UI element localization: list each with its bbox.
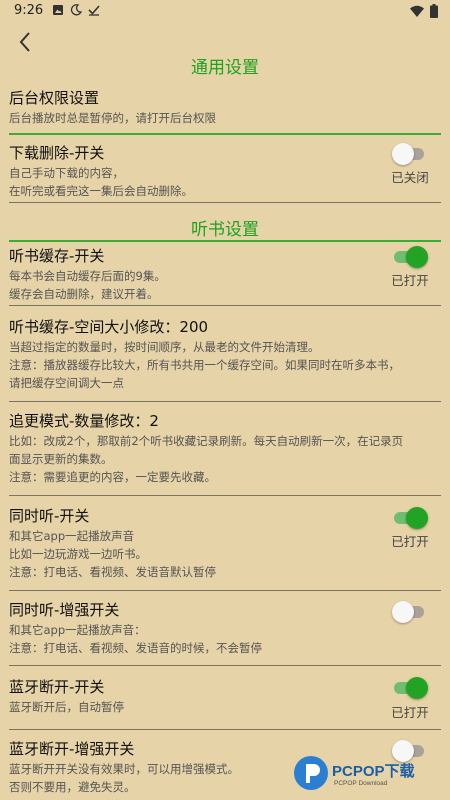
setting-update-mode[interactable]: 追更模式-数量修改：2 比如：改成2个，那取前2个听书收藏记录刷新。每天自动刷新… <box>9 410 441 486</box>
divider <box>9 495 441 496</box>
item-desc-line: 当超过指定的数量时，按时间顺序，从最老的文件开始清理。 <box>9 340 320 354</box>
status-time: 9:26 <box>14 3 44 18</box>
back-button[interactable] <box>14 30 38 54</box>
section-title-general: 通用设置 <box>191 58 259 78</box>
item-desc-line: 比如：改成2个，那取前2个听书收藏记录刷新。每天自动刷新一次，在记录页 <box>9 434 404 448</box>
watermark-text: PCPOP下载 <box>332 763 415 780</box>
cache-toggle[interactable] <box>394 246 428 268</box>
toggle-knob <box>392 143 414 165</box>
cache-state: 已打开 <box>391 273 429 288</box>
divider <box>9 305 441 306</box>
setting-bluetooth[interactable]: 蓝牙断开-开关 蓝牙断开后，自动暂停 <box>9 676 441 716</box>
moon-icon <box>70 4 82 16</box>
setting-cache-size[interactable]: 听书缓存-空间大小修改：200 当超过指定的数量时，按时间顺序，从最老的文件开始… <box>9 316 441 392</box>
bluetooth-state: 已打开 <box>391 705 429 720</box>
bluetooth-toggle[interactable] <box>394 677 428 699</box>
status-bar: 9:26 <box>0 0 450 24</box>
toggle-knob <box>392 601 414 623</box>
divider <box>9 401 441 402</box>
watermark-circle-icon <box>294 756 328 790</box>
check-icon <box>88 5 100 16</box>
item-desc-line: 注意：播放器缓存比较大，所有书共用一个缓存空间。如果同时在听多本书， <box>9 358 400 372</box>
item-desc-line: 注意：需要追更的内容，一定要先收藏。 <box>9 470 216 484</box>
simultaneous-state: 已打开 <box>391 534 429 549</box>
download-delete-toggle[interactable] <box>392 143 428 165</box>
item-desc-line: 每本书会自动缓存后面的9集。 <box>9 269 166 283</box>
divider <box>9 729 441 730</box>
watermark-sub: PCPOP Download <box>334 780 388 787</box>
item-desc-line: 注意：打电话、看视频、发语音默认暂停 <box>9 565 216 579</box>
section-title-listen: 听书设置 <box>191 220 259 240</box>
item-desc-line: 在听完或看完这一集后会自动删除。 <box>9 184 193 198</box>
divider <box>9 590 441 591</box>
item-desc-line: 面显示更新的集数。 <box>9 452 113 466</box>
status-left-icons <box>52 4 100 16</box>
battery-icon <box>430 4 438 18</box>
item-title: 后台权限设置 <box>9 89 100 107</box>
item-title: 追更模式-数量修改：2 <box>9 412 159 430</box>
item-title: 同时听-增强开关 <box>9 601 120 619</box>
status-right-icons <box>410 4 438 18</box>
setting-download-delete[interactable]: 下载删除-开关 自己手动下载的内容， 在听完或看完这一集后会自动删除。 <box>9 142 441 200</box>
item-title: 蓝牙断开-开关 <box>9 678 105 696</box>
photo-icon <box>53 5 63 15</box>
item-desc-line: 后台播放时总是暂停的，请打开后台权限 <box>9 111 216 125</box>
divider <box>9 665 441 666</box>
section-divider <box>9 240 441 242</box>
toggle-knob <box>406 677 428 699</box>
simultaneous-toggle[interactable] <box>394 507 428 529</box>
item-desc-line: 和其它app一起播放声音 <box>9 529 135 543</box>
item-title: 听书缓存-开关 <box>9 247 105 265</box>
item-desc-line: 自己手动下载的内容， <box>9 166 124 180</box>
setting-cache[interactable]: 听书缓存-开关 每本书会自动缓存后面的9集。 缓存会自动删除，建议开着。 <box>9 245 441 303</box>
item-desc-line: 比如一边玩游戏一边听书。 <box>9 547 147 561</box>
item-desc-line: 缓存会自动删除，建议开着。 <box>9 287 159 301</box>
section-divider <box>9 133 441 135</box>
watermark-logo: PCPOP下载 PCPOP Download <box>294 756 444 796</box>
divider <box>9 202 441 203</box>
item-desc-line: 蓝牙断开后，自动暂停 <box>9 700 124 714</box>
simultaneous-enhanced-toggle[interactable] <box>392 601 428 623</box>
setting-background-permission[interactable]: 后台权限设置 后台播放时总是暂停的，请打开后台权限 <box>9 87 441 127</box>
setting-simultaneous-enhanced[interactable]: 同时听-增强开关 和其它app一起播放声音： 注意：打电话、看视频、发语音的时候… <box>9 599 441 657</box>
item-desc-line: 请把缓存空间调大一点 <box>9 376 124 390</box>
item-title: 听书缓存-空间大小修改：200 <box>9 318 209 336</box>
item-title: 下载删除-开关 <box>9 144 105 162</box>
setting-simultaneous[interactable]: 同时听-开关 和其它app一起播放声音 比如一边玩游戏一边听书。 注意：打电话、… <box>9 505 441 581</box>
item-desc-line: 和其它app一起播放声音： <box>9 623 146 637</box>
back-arrow-icon <box>19 32 30 52</box>
toggle-knob <box>406 246 428 268</box>
item-desc-line: 注意：打电话、看视频、发语音的时候，不会暂停 <box>9 641 262 655</box>
item-title: 同时听-开关 <box>9 507 90 525</box>
wifi-icon <box>410 5 424 17</box>
toggle-knob <box>406 507 428 529</box>
download-delete-state: 已关闭 <box>391 170 429 185</box>
